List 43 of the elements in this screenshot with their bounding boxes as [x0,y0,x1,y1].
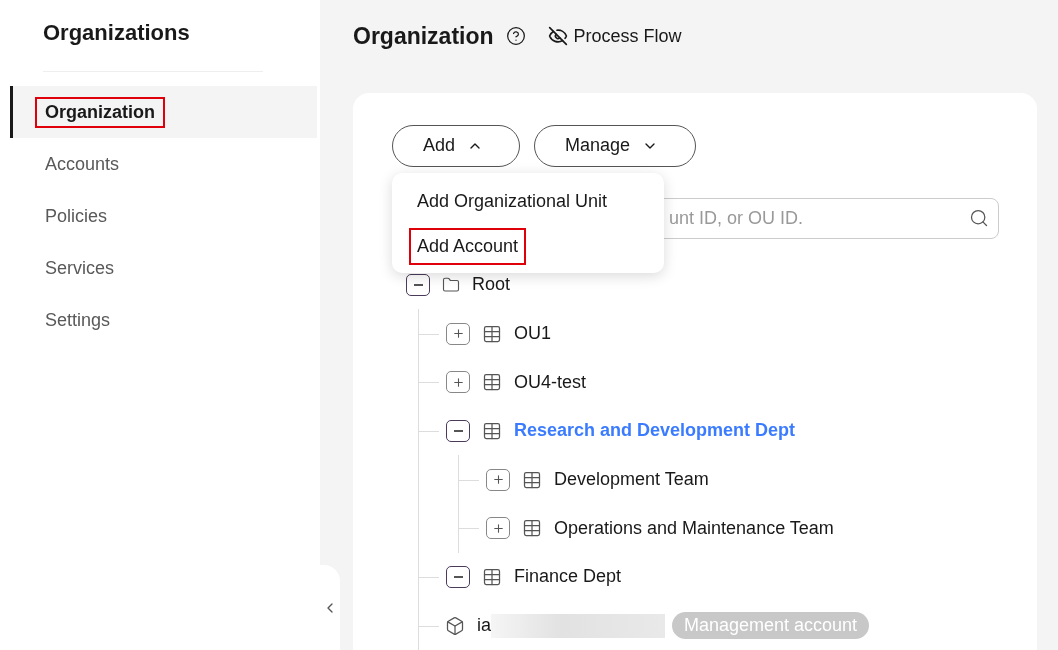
plus-icon [491,521,505,535]
tree-node-label[interactable]: OU1 [514,323,551,345]
plus-icon [451,375,465,389]
plus-icon [451,327,465,341]
process-flow-link[interactable]: Process Flow [547,25,682,47]
tree-node-label[interactable]: Research and Development Dept [514,420,796,442]
cube-icon [445,615,465,636]
minus-icon [453,575,463,578]
tree-node-label[interactable]: ia [477,615,491,637]
page-title: Organization [353,22,494,50]
eye-off-icon [547,26,568,47]
add-button[interactable]: Add [392,124,520,167]
table-icon [482,372,502,393]
expand-toggle[interactable] [446,371,470,394]
tree-node-label[interactable]: Root [472,274,511,296]
expand-toggle[interactable] [486,517,510,540]
nav-item[interactable]: Organization [10,86,317,138]
expand-toggle[interactable] [446,322,470,345]
help-icon[interactable] [505,26,526,47]
table-icon [522,518,542,539]
table-icon [522,469,542,490]
sidebar-title: Organizations [43,19,191,47]
manage-button[interactable]: Manage [534,124,696,167]
nav-item[interactable]: Policies [10,190,317,242]
table-icon [482,420,502,441]
nav-item[interactable]: Accounts [10,138,317,190]
minus-icon [453,429,463,432]
tree-node-label[interactable]: Finance Dept [514,566,622,588]
expand-toggle[interactable] [486,468,510,491]
nav-item[interactable]: Settings [10,294,317,346]
tree-node-label[interactable]: Operations and Maintenance Team [554,517,834,539]
plus-icon [491,473,505,487]
table-icon [482,323,502,344]
tree-node-label[interactable]: OU4-test [514,371,587,393]
tree-node-label[interactable]: Development Team [554,469,709,491]
minus-icon [413,283,423,286]
expand-toggle[interactable] [446,419,470,442]
search-icon[interactable] [969,207,989,228]
expand-toggle[interactable] [406,273,430,296]
expand-toggle[interactable] [446,565,470,588]
table-icon [482,566,502,587]
folder-icon [442,275,460,294]
nav-item[interactable]: Services [10,242,317,294]
